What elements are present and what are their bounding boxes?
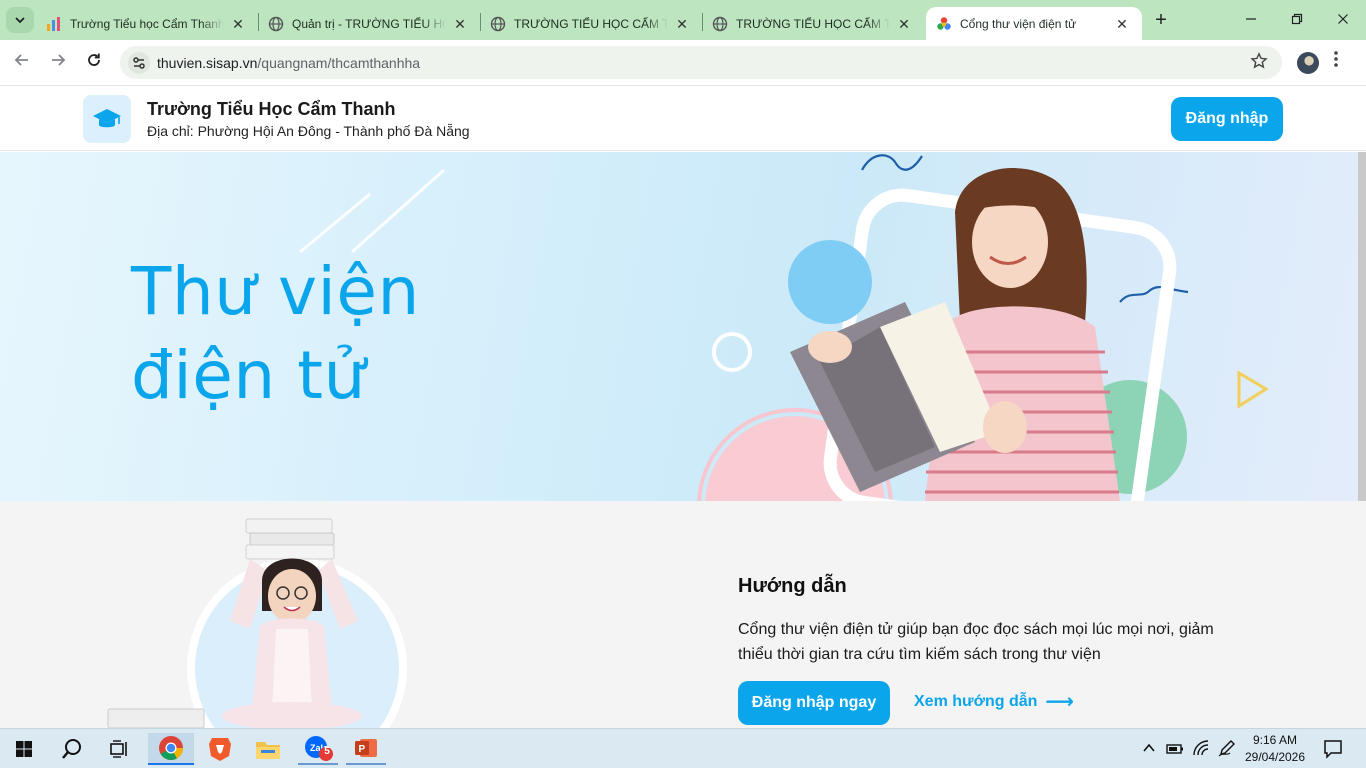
close-tab-icon[interactable]: ✕ — [674, 16, 690, 32]
view-guide-label: Xem hướng dẫn — [914, 693, 1038, 710]
taskbar-zalo[interactable]: Zalo 5 — [298, 733, 338, 765]
windows-taskbar: Zalo 5 P 9:16 AM 29/04/2026 — [0, 728, 1366, 768]
globe-icon — [268, 16, 284, 31]
globe-icon — [712, 16, 728, 31]
task-view-button[interactable] — [100, 733, 140, 765]
arrow-right-icon: ⟶ — [1045, 691, 1075, 713]
clock-time[interactable]: 9:16 AM — [1240, 733, 1310, 747]
minimize-button[interactable] — [1236, 8, 1266, 32]
tune-icon — [133, 57, 145, 69]
wifi-icon — [1193, 740, 1209, 756]
pen-indicator[interactable] — [1218, 739, 1236, 762]
profile-avatar[interactable] — [1297, 52, 1319, 74]
search-button[interactable] — [52, 733, 92, 765]
powerpoint-icon: P — [355, 739, 377, 757]
start-button[interactable] — [4, 733, 44, 765]
close-tab-icon[interactable]: ✕ — [452, 16, 468, 32]
url-path: /quangnam/thcamthanhha — [257, 55, 421, 71]
tab-title: Cổng thư viện điện tử — [960, 16, 1077, 31]
taskbar-powerpoint[interactable]: P — [346, 733, 386, 765]
guide-description: Cổng thư viện điện tử giúp bạn đọc đọc s… — [738, 621, 1214, 663]
restore-button[interactable] — [1282, 8, 1312, 32]
tab-truong-tieu-hoc[interactable]: Trường Tiểu học Cẩm Thanh ✕ — [36, 7, 258, 40]
svg-text:P: P — [359, 744, 366, 755]
taskbar-chrome[interactable] — [148, 733, 194, 765]
show-hidden-icons-button[interactable] — [1142, 741, 1156, 759]
globe-icon — [490, 16, 506, 31]
tab-truong-tieu-hoc-cam-th-1[interactable]: TRƯỜNG TIỂU HỌC CẨM TH ✕ — [480, 7, 702, 40]
forward-button[interactable] — [45, 50, 71, 76]
kid-with-books-illustration — [107, 518, 407, 728]
taskbar-file-explorer[interactable] — [248, 733, 288, 765]
close-window-button[interactable] — [1328, 8, 1358, 32]
site-info-button[interactable] — [128, 52, 150, 74]
chart-favicon-icon — [47, 16, 60, 31]
login-button[interactable]: Đăng nhập — [1171, 97, 1283, 141]
tab-truong-tieu-hoc-cam-th-2[interactable]: TRƯỜNG TIỂU HỌC CẨM TH ✕ — [702, 7, 924, 40]
minimize-icon — [1246, 18, 1256, 20]
windows-logo-icon — [16, 741, 32, 757]
back-button[interactable] — [9, 50, 35, 76]
zalo-badge: 5 — [324, 746, 330, 757]
more-menu-icon[interactable] — [1331, 50, 1341, 68]
tab-title: Quản trị - TRƯỜNG TIỂU HỌ — [292, 16, 446, 31]
chrome-icon — [159, 736, 183, 761]
pen-icon — [1218, 740, 1235, 757]
site-header: Trường Tiểu Học Cẩm Thanh Địa chỉ: Phườn… — [0, 87, 1366, 151]
tab-cong-thu-vien[interactable]: Cổng thư viện điện tử ✕ — [926, 7, 1142, 40]
tab-quan-tri[interactable]: Quản trị - TRƯỜNG TIỂU HỌ ✕ — [258, 7, 480, 40]
browser-tab-strip: Trường Tiểu học Cẩm Thanh ✕ Quản trị - T… — [0, 0, 1366, 40]
view-guide-link[interactable]: Xem hướng dẫn ⟶ — [914, 691, 1075, 713]
folder-icon — [256, 742, 280, 759]
school-name: Trường Tiểu Học Cẩm Thanh — [147, 99, 396, 119]
taskbar-brave[interactable] — [200, 733, 240, 765]
tab-search-button[interactable] — [6, 7, 34, 33]
close-tab-icon[interactable]: ✕ — [1114, 16, 1130, 32]
browser-toolbar: thuvien.sisap.vn/quangnam/thcamthanhha — [0, 40, 1366, 86]
hero-title-line-1: Thư viện — [131, 253, 420, 330]
chevron-up-icon — [1143, 743, 1155, 752]
battery-icon — [1166, 744, 1183, 754]
brave-icon — [209, 738, 231, 761]
guide-section: Hướng dẫn Cổng thư viện điện tử giúp bạn… — [0, 501, 1366, 728]
url-text[interactable]: thuvien.sisap.vn/quangnam/thcamthanhha — [157, 55, 420, 71]
school-address: Địa chỉ: Phường Hội An Đông - Thành phố … — [147, 123, 470, 139]
tab-title: Trường Tiểu học Cẩm Thanh — [70, 16, 224, 31]
clock-date[interactable]: 29/04/2026 — [1240, 750, 1310, 764]
login-now-button[interactable]: Đăng nhập ngay — [738, 681, 890, 725]
hero-title: Thư viện điện tử — [131, 250, 420, 418]
battery-indicator[interactable] — [1166, 742, 1184, 760]
hero-banner: Thư viện điện tử — [0, 152, 1366, 501]
school-logo[interactable] — [83, 95, 131, 143]
notifications-button[interactable] — [1323, 739, 1343, 764]
restore-icon — [1291, 13, 1303, 25]
guide-title: Hướng dẫn — [738, 575, 847, 597]
url-host: thuvien.sisap.vn — [157, 55, 258, 71]
address-bar[interactable]: thuvien.sisap.vn/quangnam/thcamthanhha — [120, 46, 1282, 79]
reload-button[interactable] — [81, 50, 107, 76]
hero-title-line-2: điện tử — [131, 337, 366, 414]
close-tab-icon[interactable]: ✕ — [230, 16, 246, 32]
tab-title: TRƯỜNG TIỂU HỌC CẨM TH — [514, 16, 668, 31]
arrow-left-icon — [14, 54, 28, 66]
reload-icon — [88, 53, 100, 66]
notification-icon — [1324, 740, 1342, 759]
network-indicator[interactable] — [1192, 740, 1210, 761]
tab-title: TRƯỜNG TIỂU HỌC CẨM TH — [736, 16, 890, 31]
close-tab-icon[interactable]: ✕ — [896, 16, 912, 32]
new-tab-button[interactable]: + — [1149, 9, 1173, 33]
graduation-cap-icon — [93, 109, 121, 128]
bookmark-star-icon[interactable] — [1250, 52, 1268, 75]
task-view-icon — [110, 740, 127, 758]
search-icon — [62, 739, 81, 759]
close-icon — [1338, 14, 1348, 24]
colorful-favicon-icon — [937, 16, 951, 30]
arrow-right-icon — [52, 54, 66, 66]
chevron-down-icon — [15, 17, 25, 24]
